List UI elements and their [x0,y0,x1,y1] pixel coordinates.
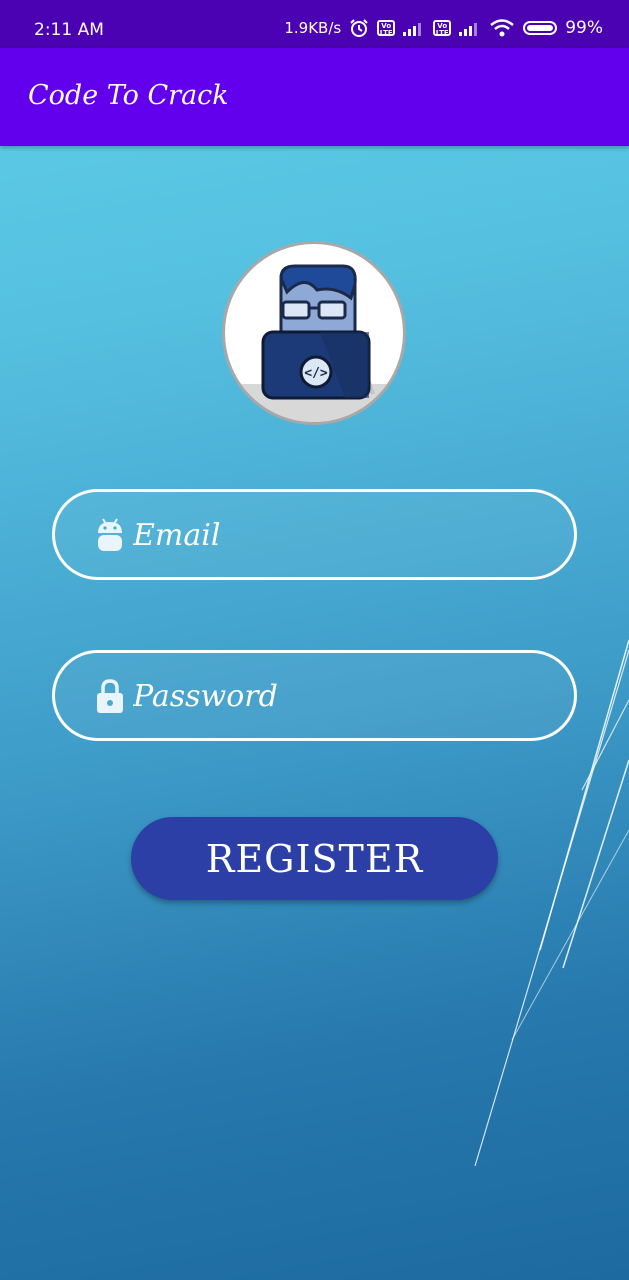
android-icon [98,518,122,551]
password-input[interactable] [131,653,555,740]
status-icons: 1.9KB/s Vo LTE Vo LTE 99% [284,18,603,38]
email-field[interactable] [52,489,577,580]
network-speed: 1.9KB/s [284,19,342,37]
battery-percent: 99% [565,18,603,38]
battery-level [527,25,554,31]
alarm-icon [350,19,368,37]
status-time: 2:11 AM [34,20,104,40]
volte-icon: Vo LTE [433,20,452,37]
register-button[interactable]: REGISTER [131,817,498,900]
svg-text:</>: </> [304,366,328,381]
register-screen: 2:11 AM 1.9KB/s Vo LTE Vo LTE 99% Code T… [0,0,629,1280]
app-bar: Code To Crack [0,48,629,146]
email-input[interactable] [131,492,555,579]
decorative-lines [474,639,629,1167]
volte-icon: Vo LTE [377,20,396,37]
app-title: Code To Crack [28,80,229,111]
wifi-icon [490,19,514,37]
lock-icon [97,679,123,713]
signal-icon [459,23,478,36]
developer-illustration: </> [225,264,403,422]
developer-avatar: </> [222,241,406,425]
battery-icon [523,21,558,35]
status-bar: 2:11 AM 1.9KB/s Vo LTE Vo LTE 99% [0,0,629,48]
password-field[interactable] [52,650,577,741]
signal-icon [403,23,422,36]
